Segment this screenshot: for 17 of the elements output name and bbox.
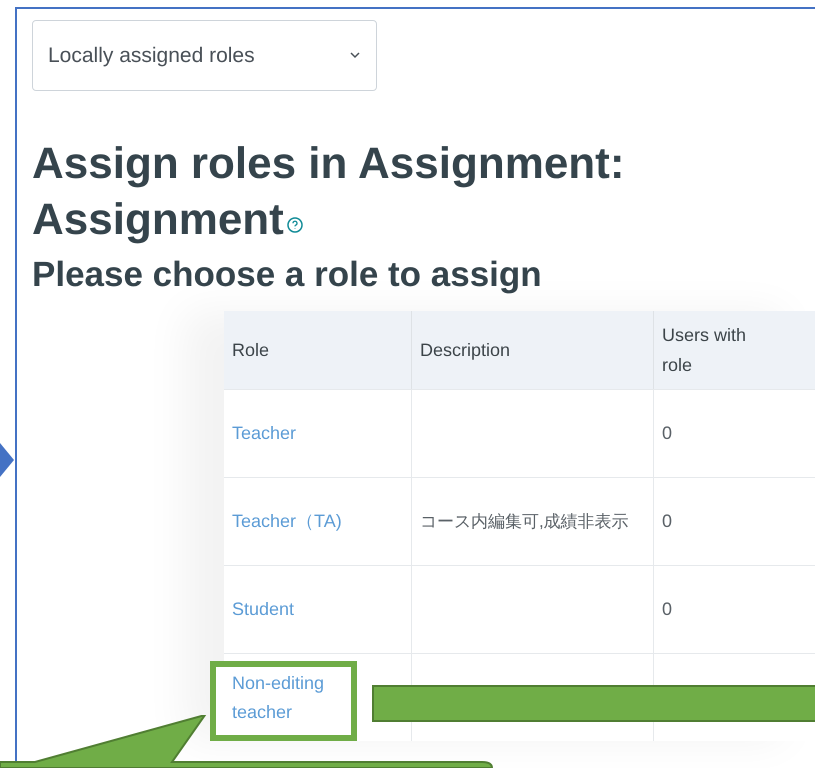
- role-filter-select[interactable]: Locally assigned roles: [32, 20, 377, 91]
- help-icon[interactable]: [286, 217, 303, 233]
- chevron-down-icon: [350, 52, 360, 59]
- page-heading: Assign roles in Assignment:: [32, 138, 624, 190]
- column-header: Users with role: [661, 324, 748, 377]
- role-link[interactable]: Student: [232, 596, 294, 623]
- role-link[interactable]: Non-editing teacher: [232, 669, 332, 727]
- column-header: Role: [224, 311, 412, 389]
- column-header: Description: [412, 311, 654, 389]
- role-link[interactable]: Teacher: [232, 420, 296, 447]
- user-count: 0: [662, 422, 672, 445]
- user-count: 0: [662, 598, 672, 621]
- section-heading: Please choose a role to assign: [32, 254, 542, 296]
- page-heading: Assignment: [32, 194, 284, 246]
- role-description: コース内編集可,成績非表示: [420, 510, 629, 532]
- role-link[interactable]: Teacher（TA): [232, 508, 342, 535]
- user-count: 0: [662, 510, 672, 533]
